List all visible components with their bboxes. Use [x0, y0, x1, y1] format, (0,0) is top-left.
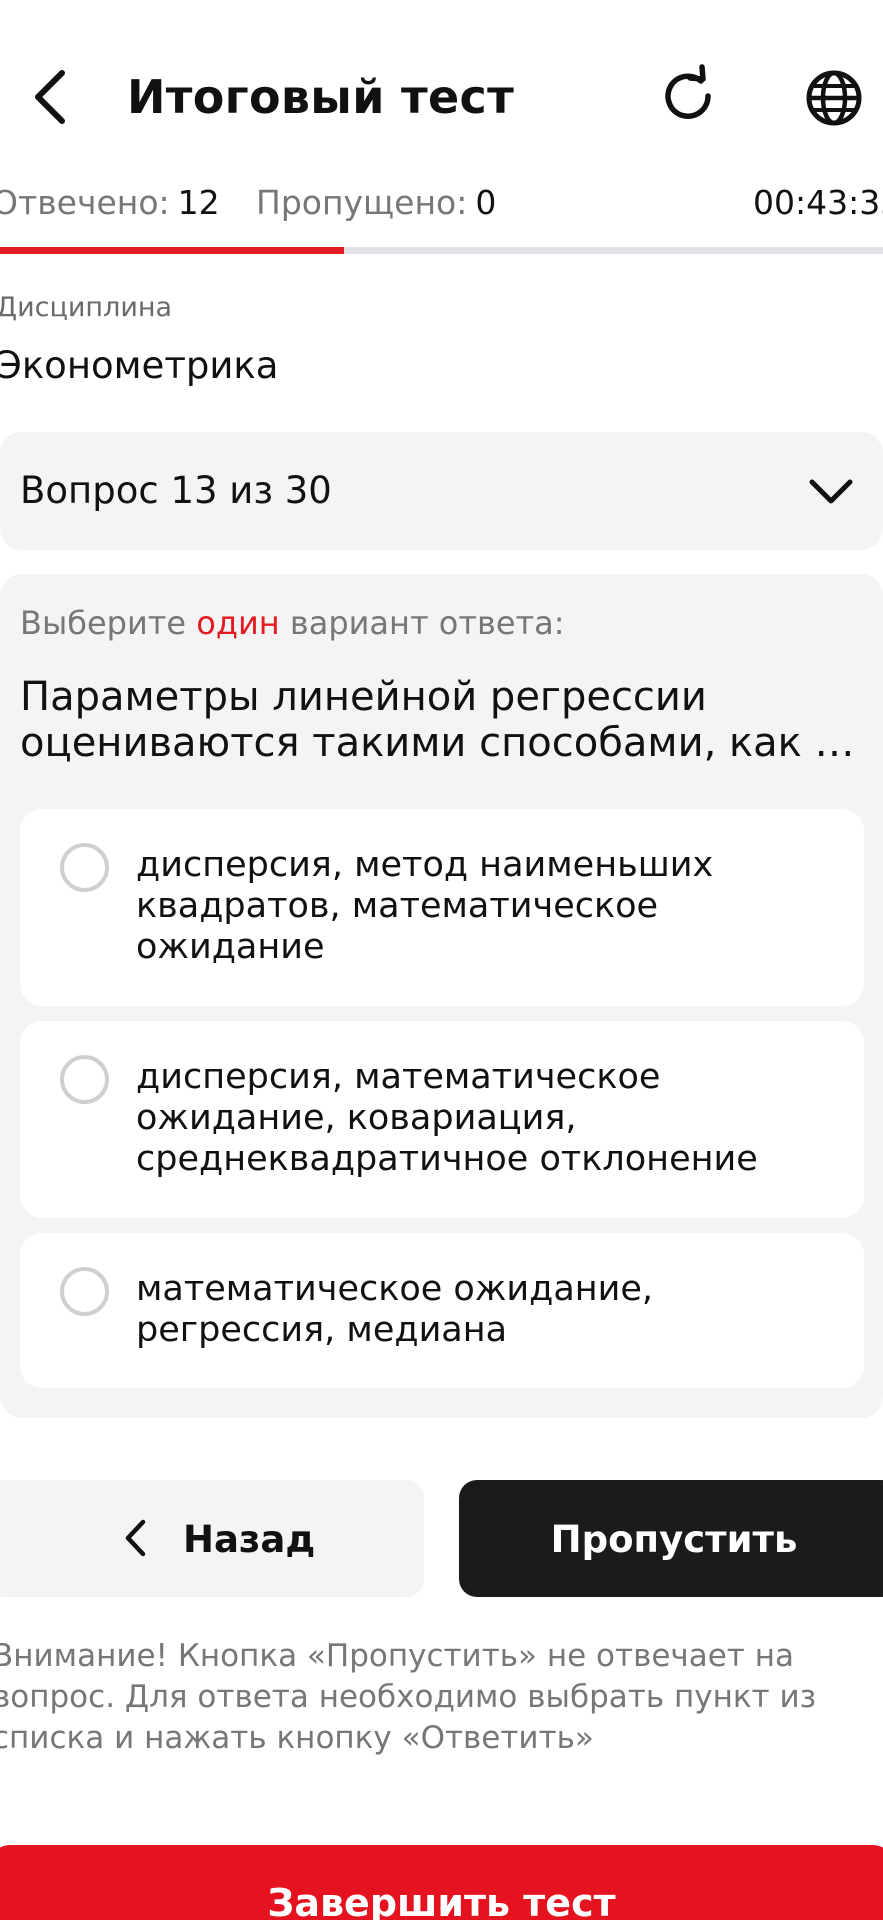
radio-button[interactable]: [60, 1267, 109, 1316]
answer-option[interactable]: дисперсия, математическое ожидание, кова…: [20, 1021, 864, 1218]
answered-stat: Отвечено: 12: [0, 183, 220, 222]
page-title: Итоговый тест: [127, 70, 515, 124]
answer-option[interactable]: дисперсия, метод наименьших квадратов, м…: [20, 809, 864, 1006]
answer-option-label: математическое ожидание, регрессия, меди…: [136, 1269, 654, 1350]
radio-button[interactable]: [60, 843, 109, 892]
discipline-value: Эконометрика: [0, 344, 279, 387]
progress-bar: [0, 247, 883, 254]
answer-instruction: Выберите один вариант ответа:: [20, 604, 565, 642]
answer-option[interactable]: математическое ожидание, регрессия, меди…: [20, 1233, 864, 1388]
instruction-prefix: Выберите: [20, 604, 187, 642]
radio-button[interactable]: [60, 1055, 109, 1104]
discipline-label: Дисциплина: [0, 292, 173, 323]
question-selector-label: Вопрос 13 из 30: [20, 469, 332, 512]
question-card: Выберите один вариант ответа: Параметры …: [0, 574, 883, 1418]
finish-test-button[interactable]: Завершить тест: [0, 1845, 883, 1920]
skip-button[interactable]: Пропустить: [459, 1480, 883, 1597]
back-nav-label: Назад: [183, 1518, 316, 1561]
chevron-left-icon: [125, 1519, 146, 1557]
answered-count: 12: [177, 183, 220, 222]
skipped-count: 0: [475, 183, 497, 222]
skip-notice: Внимание! Кнопка «Пропустить» не отвечае…: [0, 1638, 817, 1756]
language-button[interactable]: [798, 62, 870, 134]
question-selector[interactable]: Вопрос 13 из 30: [0, 432, 883, 550]
skip-label: Пропустить: [550, 1518, 798, 1561]
header: Итоговый тест: [0, 0, 883, 200]
back-nav-button[interactable]: Назад: [0, 1480, 424, 1597]
instruction-accent: один: [196, 604, 280, 642]
refresh-icon: [665, 64, 711, 119]
finish-test-label: Завершить тест: [267, 1881, 616, 1920]
skipped-label: Пропущено:: [256, 183, 468, 222]
skipped-stat: Пропущено: 0: [256, 183, 496, 222]
answer-option-label: дисперсия, математическое ожидание, кова…: [136, 1057, 758, 1179]
timer: 00:43:33: [753, 183, 883, 222]
arrow-left-icon: [35, 70, 65, 124]
test-screen: Итоговый тест Отвечено: 12 Пропущено: 0 00…: [0, 0, 883, 1920]
answer-option-label: дисперсия, метод наименьших квадратов, м…: [136, 845, 714, 967]
refresh-button[interactable]: [652, 60, 724, 132]
progress-fill: [0, 247, 345, 254]
back-button[interactable]: [18, 62, 82, 132]
test-stats: Отвечено:12 Пропущено:0 00:43:33: [0, 183, 883, 233]
answered-label: Отвечено:: [0, 183, 170, 222]
question-text: Параметры линейной регрессии оцениваются…: [20, 674, 855, 766]
instruction-suffix: вариант ответа:: [289, 604, 565, 642]
globe-icon: [806, 70, 862, 126]
chevron-down-icon: [809, 479, 853, 504]
